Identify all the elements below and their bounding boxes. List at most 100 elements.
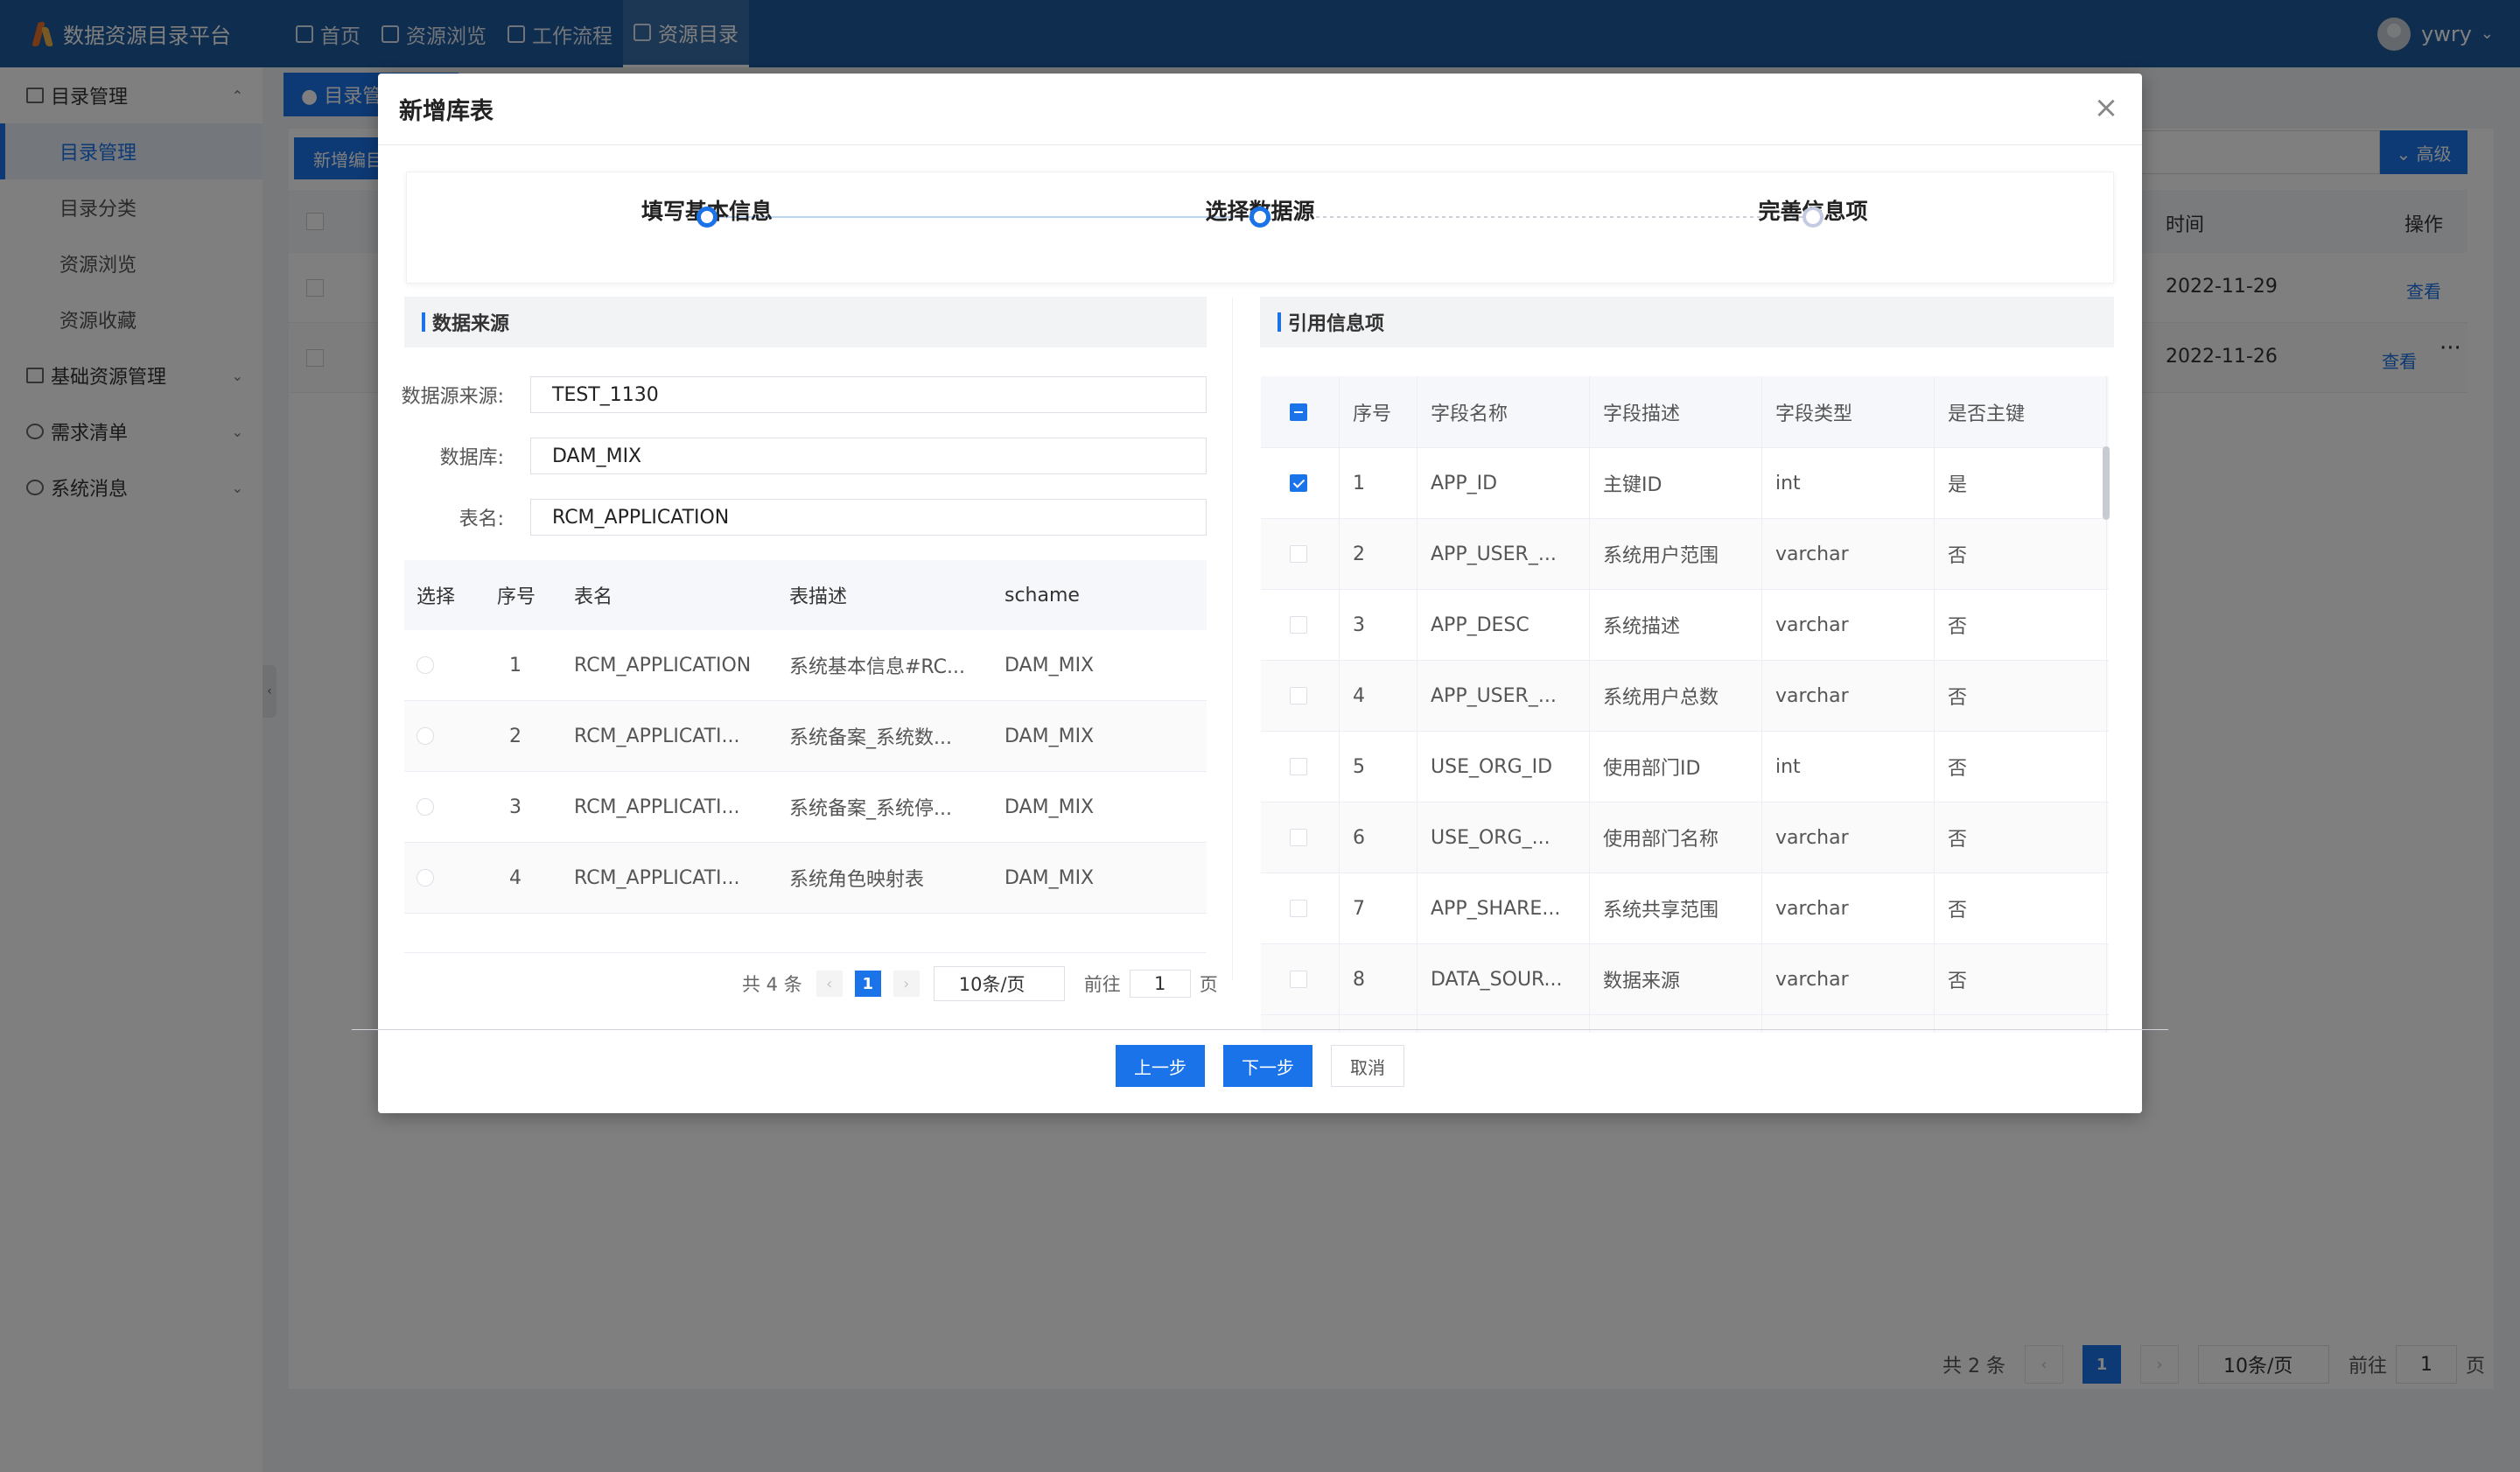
table-row[interactable]: 8 DATA_SOUR... 数据来源 varchar 否 [1261,944,2109,1015]
row-field-name: APP_USER_... [1431,543,1557,565]
pager-total: 共 4 条 [742,974,802,995]
row-primary-key: 否 [1948,758,1968,780]
row-table-desc: 系统角色映射表 [789,869,925,891]
table-row[interactable]: 7 APP_SHARE... 系统共享范围 varchar 否 [1261,873,2109,944]
table-row[interactable]: 3 APP_DESC 系统描述 varchar 否 [1261,590,2109,661]
column-field-desc: 字段描述 [1603,403,1681,425]
table-row[interactable]: 3 RCM_APPLICATI... 系统备案_系统停... DAM_MIX [404,772,1207,843]
row-no: 6 [1353,826,1365,849]
row-table-name: RCM_APPLICATION [574,654,752,676]
source-label: 数据源来源: [401,386,504,408]
table-row[interactable]: 4 APP_USER_... 系统用户总数 varchar 否 [1261,661,2109,732]
table-row[interactable]: 1 RCM_APPLICATION 系统基本信息#RC... DAM_MIX [404,630,1207,701]
prev-page-button[interactable]: ‹ [816,971,843,997]
row-field-desc: 系统用户范围 [1603,545,1719,567]
table-row[interactable]: 4 RCM_APPLICATI... 系统角色映射表 DAM_MIX [404,843,1207,914]
column-no: 序号 [497,586,536,608]
row-field-name: APP_SHARE... [1431,897,1561,920]
modal-header: 新增库表 × [378,74,2142,145]
table-row[interactable]: 2 RCM_APPLICATI... 系统备案_系统数... DAM_MIX [404,701,1207,772]
row-checkbox[interactable] [1290,971,1307,988]
database-label: 数据库: [439,447,504,469]
step-1-dot [696,207,718,228]
row-primary-key: 否 [1948,900,1968,922]
goto-page-input[interactable]: 1 [1129,970,1191,998]
column-select: 选择 [416,586,456,608]
steps-bar [406,172,2114,284]
column-table-desc: 表描述 [789,586,848,608]
cancel-button[interactable]: 取消 [1331,1045,1404,1087]
row-field-type: int [1775,755,1801,778]
table-name-label: 表名: [458,508,504,530]
row-field-name: USE_ORG_ID [1431,755,1553,778]
column-schema: schame [1004,584,1080,606]
row-field-desc: 系统共享范围 [1603,900,1719,922]
row-checkbox[interactable] [1290,545,1307,563]
row-field-type: varchar [1775,684,1849,707]
row-table-desc: 系统备案_系统停... [789,798,952,820]
table-body: 1 APP_ID 主键ID int 是 2 APP_USER_... 系统用户范围 varcha… [1261,448,2109,1033]
row-checkbox[interactable] [1290,474,1307,492]
row-radio[interactable] [416,869,434,887]
row-checkbox[interactable] [1290,687,1307,704]
column-field-name: 字段名称 [1431,403,1508,425]
row-field-name: APP_DESC [1431,613,1530,636]
row-radio[interactable] [416,656,434,674]
prev-step-button[interactable]: 上一步 [1116,1045,1205,1087]
row-checkbox[interactable] [1290,616,1307,634]
step-connector [707,216,1260,218]
row-field-name: USE_ORG_... [1431,826,1550,849]
table-footer-divider [404,952,1207,953]
row-radio[interactable] [416,798,434,816]
row-checkbox[interactable] [1290,900,1307,917]
close-icon[interactable]: × [2093,93,2119,123]
row-primary-key: 否 [1948,545,1968,567]
row-field-desc: 系统描述 [1603,616,1681,638]
next-step-button[interactable]: 下一步 [1223,1045,1312,1087]
row-checkbox[interactable] [1290,758,1307,775]
row-primary-key: 否 [1948,971,1968,992]
row-field-desc: 使用部门ID [1603,758,1701,780]
row-no: 4 [1353,684,1365,707]
row-field-desc: 主键ID [1603,474,1662,496]
row-no: 1 [509,654,522,676]
current-page[interactable]: 1 [854,971,881,997]
row-table-desc: 系统备案_系统数... [789,727,952,749]
row-field-type: int [1775,472,1801,494]
row-schema: DAM_MIX [1004,866,1095,889]
step-3-dot [1802,207,1824,228]
row-field-desc: 使用部门名称 [1603,829,1719,851]
next-page-button[interactable]: › [892,971,920,997]
goto-label: 前往 [1083,974,1121,995]
reference-fields-section-header: 引用信息项 [1260,297,2114,347]
table-row[interactable]: 6 USE_ORG_... 使用部门名称 varchar 否 [1261,803,2109,873]
row-table-desc: 系统基本信息#RC... [789,656,965,678]
table-row[interactable]: 1 APP_ID 主键ID int 是 [1261,448,2109,519]
page-size-select[interactable]: 10条/页 [933,966,1065,1001]
row-checkbox[interactable] [1290,829,1307,846]
source-tables-table: 选择 序号 表名 表描述 schame 1 RCM_APPLICATION 系统… [404,560,1207,914]
database-input[interactable]: DAM_MIX [530,438,1207,474]
row-field-name: DATA_SOUR... [1431,968,1563,991]
row-field-name: APP_USER_... [1431,684,1557,707]
source-input[interactable]: TEST_1130 [530,376,1207,413]
table-scrollbar[interactable] [2103,446,2110,520]
table-row[interactable]: 2 APP_USER_... 系统用户范围 varchar 否 [1261,519,2109,590]
table-row [1261,1015,2109,1033]
row-primary-key: 否 [1948,616,1968,638]
select-all-checkbox[interactable] [1290,403,1307,421]
row-schema: DAM_MIX [1004,796,1095,818]
source-tables-pagination: 共 4 条 ‹ 1 › 10条/页 前往 1 页 [742,966,1218,1001]
column-table-name: 表名 [574,586,613,608]
step-connector [1260,216,1813,218]
table-row[interactable]: 5 USE_ORG_ID 使用部门ID int 否 [1261,732,2109,803]
row-field-type: varchar [1775,543,1849,565]
row-schema: DAM_MIX [1004,725,1095,747]
column-primary-key: 是否主键 [1948,403,2026,425]
row-no: 2 [1353,543,1365,565]
row-no: 4 [509,866,522,889]
row-radio[interactable] [416,727,434,745]
table-name-input[interactable]: RCM_APPLICATION [530,499,1207,536]
row-field-desc: 数据来源 [1603,971,1681,992]
row-table-name: RCM_APPLICATI... [574,725,740,747]
